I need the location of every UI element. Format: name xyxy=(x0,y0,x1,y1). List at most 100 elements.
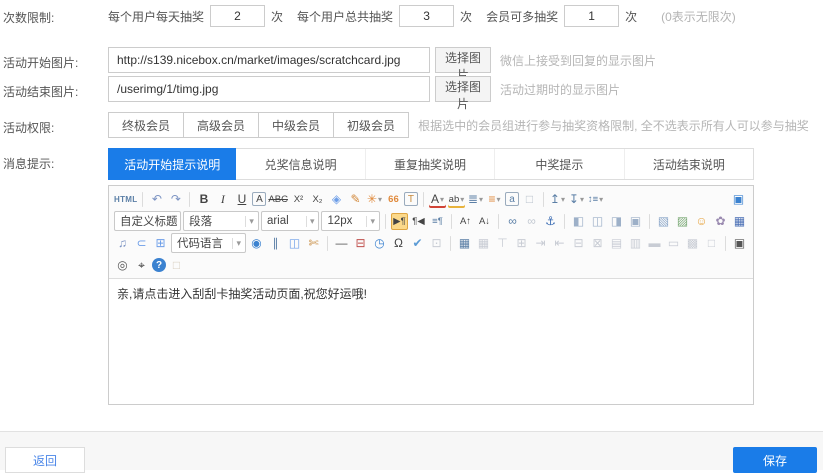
line-height-icon[interactable]: ↕≡ xyxy=(587,191,604,208)
pagebreak-icon[interactable]: ∥ xyxy=(267,235,284,252)
format-brush-icon[interactable]: ✎ xyxy=(347,191,364,208)
redo-icon[interactable]: ↷ xyxy=(167,191,184,208)
end-image-pick-button[interactable]: 选择图片 xyxy=(435,76,491,102)
save-button[interactable]: 保存 xyxy=(733,447,817,473)
permission-hint: 根据选中的会员组进行参与抽奖资格限制, 全不选表示所有人可以参与抽奖 xyxy=(418,117,809,134)
image-inline-icon[interactable]: ▣ xyxy=(627,213,644,230)
delete-col-icon[interactable]: ⊠ xyxy=(589,235,606,252)
undo-icon[interactable]: ↶ xyxy=(148,191,165,208)
middle-member-button[interactable]: 中级会员 xyxy=(258,112,334,138)
tab-activity-end[interactable]: 活动结束说明 xyxy=(625,149,753,179)
split-rows-icon[interactable]: ▤ xyxy=(608,235,625,252)
preview-icon[interactable]: ◎ xyxy=(114,257,131,274)
anchor-link-icon[interactable]: a xyxy=(505,192,519,206)
anchor-icon[interactable]: ⚓ xyxy=(542,213,559,230)
print-icon[interactable]: ▣ xyxy=(731,235,748,252)
distribute-rows-icon[interactable]: ▩ xyxy=(684,235,701,252)
help-icon[interactable]: ? xyxy=(152,258,166,272)
find-replace-icon[interactable]: ⌖ xyxy=(133,257,150,274)
member-extra-draw-input[interactable] xyxy=(564,5,619,27)
paragraph-rtl-icon[interactable]: ¶◀ xyxy=(410,213,427,230)
paste-icon[interactable]: □ xyxy=(168,257,185,274)
emoji-icon[interactable]: ☺ xyxy=(693,213,710,230)
unlink-icon[interactable]: ∞ xyxy=(523,213,540,230)
time-icon[interactable]: ◷ xyxy=(371,235,388,252)
font-color-icon[interactable]: A xyxy=(429,191,446,208)
highlight-color-icon[interactable]: ab xyxy=(448,191,465,208)
total-draw-input[interactable] xyxy=(399,5,454,27)
snapshot-icon[interactable]: ✄ xyxy=(305,235,322,252)
border-text-icon[interactable]: A xyxy=(252,192,266,206)
date-icon[interactable]: ⊟ xyxy=(352,235,369,252)
editor-content[interactable]: 亲,请点击进入刮刮卡抽奖活动页面,祝您好运哦! xyxy=(109,279,753,405)
scrawl-icon[interactable]: ✿ xyxy=(712,213,729,230)
superscript-icon[interactable]: X² xyxy=(290,191,307,208)
start-image-url-input[interactable] xyxy=(108,47,430,73)
blank-doc-icon[interactable]: □ xyxy=(521,191,538,208)
auto-typeset-icon[interactable]: ✳ xyxy=(366,191,383,208)
insert-iframe-icon[interactable]: ◫ xyxy=(286,235,303,252)
insert-video-icon[interactable]: ▦ xyxy=(731,213,748,230)
ultimate-member-button[interactable]: 终极会员 xyxy=(108,112,184,138)
tab-redeem-info[interactable]: 兑奖信息说明 xyxy=(236,149,365,179)
font-size-down-icon[interactable]: A↓ xyxy=(476,213,493,230)
spellcheck-icon[interactable]: ✔ xyxy=(409,235,426,252)
horizontal-rule-icon[interactable]: — xyxy=(333,235,350,252)
italic-icon[interactable]: I xyxy=(214,191,231,208)
underline-icon[interactable]: U xyxy=(233,191,250,208)
music-icon[interactable]: ♫ xyxy=(114,235,131,252)
indent-icon[interactable]: ▶¶ xyxy=(391,213,408,230)
table-title-icon[interactable]: ⊤ xyxy=(494,235,511,252)
doc-icon[interactable]: □ xyxy=(703,235,720,252)
image-align-right-icon[interactable]: ◨ xyxy=(608,213,625,230)
paragraph-format-icon[interactable]: ≡¶ xyxy=(429,213,446,230)
template-icon[interactable]: ⊡ xyxy=(428,235,445,252)
delete-row-icon[interactable]: ⊟ xyxy=(570,235,587,252)
image-align-left-icon[interactable]: ◧ xyxy=(570,213,587,230)
attachment-icon[interactable]: ⊂ xyxy=(133,235,150,252)
insert-frame-icon[interactable]: ⊞ xyxy=(152,235,169,252)
font-size-select[interactable]: 12px xyxy=(321,211,380,231)
tab-repeat-draw[interactable]: 重复抽奖说明 xyxy=(366,149,495,179)
tab-win-tip[interactable]: 中奖提示 xyxy=(495,149,624,179)
strikethrough-icon[interactable]: ABC xyxy=(268,191,288,208)
align-bottom-icon[interactable]: ↧ xyxy=(568,191,585,208)
font-size-up-icon[interactable]: A↑ xyxy=(457,213,474,230)
align-top-icon[interactable]: ↥ xyxy=(549,191,566,208)
senior-member-button[interactable]: 高级会员 xyxy=(183,112,259,138)
link-icon[interactable]: ∞ xyxy=(504,213,521,230)
junior-member-button[interactable]: 初级会员 xyxy=(333,112,409,138)
eraser-icon[interactable]: ◈ xyxy=(328,191,345,208)
back-button[interactable]: 返回 xyxy=(5,447,85,473)
end-image-url-input[interactable] xyxy=(108,76,430,102)
custom-title-select[interactable]: 自定义标题 xyxy=(114,211,181,231)
unordered-list-icon[interactable]: ≡ xyxy=(486,191,503,208)
fullscreen-icon[interactable]: ▣ xyxy=(730,191,747,208)
start-image-pick-button[interactable]: 选择图片 xyxy=(435,47,491,73)
paste-text-icon[interactable]: T xyxy=(404,192,418,206)
split-cols-icon[interactable]: ▥ xyxy=(627,235,644,252)
map-icon[interactable]: ◉ xyxy=(248,235,265,252)
code-language-select[interactable]: 代码语言 xyxy=(171,233,246,253)
insert-row-icon[interactable]: ⇥ xyxy=(532,235,549,252)
merge-cells-icon[interactable]: ⊞ xyxy=(513,235,530,252)
font-family-select[interactable]: arial xyxy=(261,211,320,231)
html-source-icon[interactable]: HTML xyxy=(114,191,137,208)
merge-down-icon[interactable]: ▭ xyxy=(665,235,682,252)
insert-table-icon[interactable]: ▦ xyxy=(456,235,473,252)
merge-right-icon[interactable]: ▬ xyxy=(646,235,663,252)
delete-table-icon[interactable]: ▦ xyxy=(475,235,492,252)
tab-activity-start-tip[interactable]: 活动开始提示说明 xyxy=(108,148,236,180)
blockquote-icon[interactable]: 66 xyxy=(385,191,402,208)
special-char-icon[interactable]: Ω xyxy=(390,235,407,252)
insert-col-icon[interactable]: ⇤ xyxy=(551,235,568,252)
per-day-draw-input[interactable] xyxy=(210,5,265,27)
image-manager-icon[interactable]: ▨ xyxy=(674,213,691,230)
image-align-center-icon[interactable]: ◫ xyxy=(589,213,606,230)
paragraph-select[interactable]: 段落 xyxy=(183,211,259,231)
insert-image-icon[interactable]: ▧ xyxy=(655,213,672,230)
ordered-list-icon[interactable]: ≣ xyxy=(467,191,484,208)
end-image-hint: 活动过期时的显示图片 xyxy=(500,81,620,98)
subscript-icon[interactable]: X₂ xyxy=(309,191,326,208)
bold-icon[interactable]: B xyxy=(195,191,212,208)
